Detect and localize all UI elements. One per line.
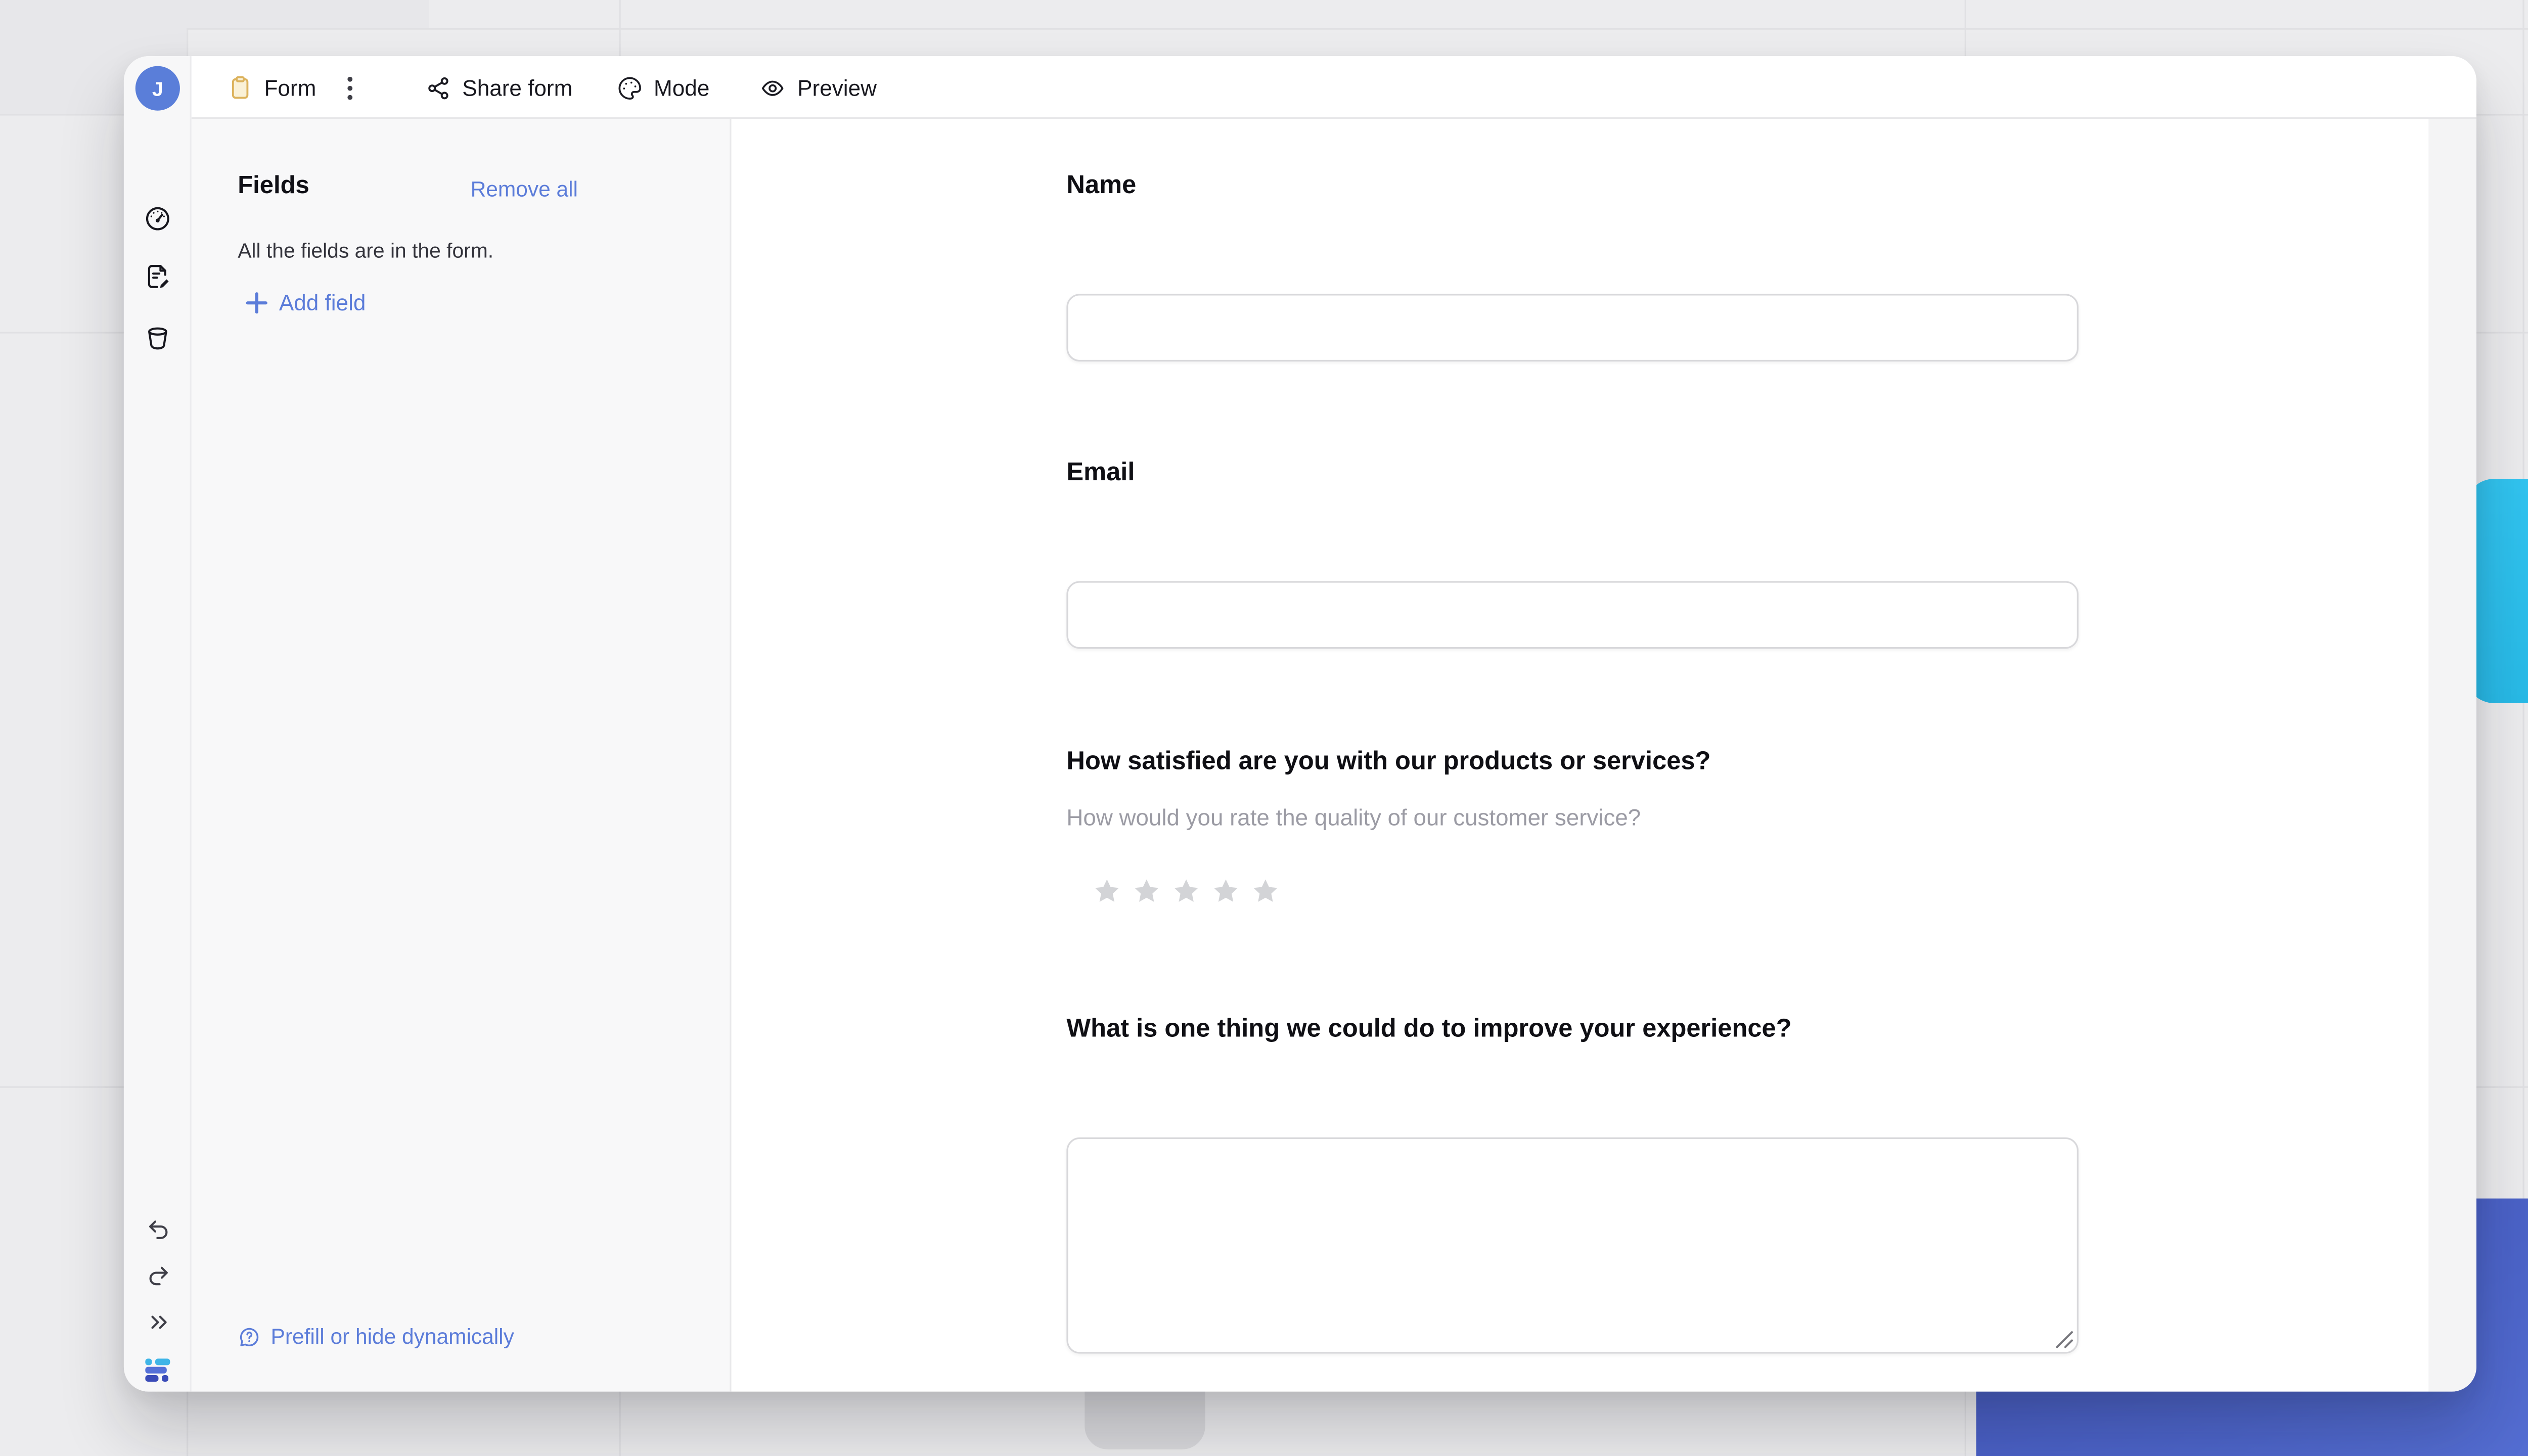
improve-textarea[interactable] [1066,1137,2079,1354]
top-toolbar: Form Share form Mode Preview [191,56,2476,119]
help-bubble-icon [240,1327,259,1346]
clipboard-icon [232,76,249,99]
preview-label: Preview [797,75,877,100]
add-field-button[interactable]: Add field [246,291,366,315]
desktop: J Form Share form Mode Preview Fields Re… [0,0,2528,1456]
star-icon[interactable] [1091,877,1122,906]
app-logo-icon[interactable] [124,1350,192,1390]
form-menu-label: Form [264,75,317,100]
long-answer-wrap [1066,1137,2079,1354]
plus-icon [246,292,267,314]
prefill-link[interactable]: Prefill or hide dynamically [238,1324,514,1349]
dashboard-gauge-icon[interactable] [124,198,192,238]
share-form-label: Share form [462,75,573,100]
palette-icon [618,76,641,99]
question-label-improve: What is one thing we could do to improve… [1066,1015,1792,1043]
remove-all-link[interactable]: Remove all [471,176,578,201]
trash-bucket-icon[interactable] [124,317,192,356]
form-menu[interactable]: Form [228,56,317,119]
star-icon[interactable] [1131,877,1162,906]
name-input[interactable] [1066,294,2079,362]
question-label-email: Email [1066,459,1135,487]
fields-empty-note: All the fields are in the form. [238,239,494,263]
share-icon [428,76,448,99]
question-label-satisfaction: How satisfied are you with our products … [1066,748,1711,776]
app-window: J Form Share form Mode Preview Fields Re… [123,56,2476,1392]
left-rail: J [123,56,192,1392]
star-rating [1091,877,1281,906]
more-options-button[interactable] [347,56,353,119]
undo-icon[interactable] [124,1210,192,1249]
email-input[interactable] [1066,581,2079,649]
avatar[interactable]: J [135,66,180,111]
share-form-button[interactable]: Share form [426,56,572,119]
form-canvas: Name Email How satisfied are you with ou… [731,119,2429,1392]
redo-icon[interactable] [124,1256,192,1296]
add-field-label: Add field [279,290,366,315]
kebab-menu-icon [347,76,353,99]
mode-button[interactable]: Mode [617,56,709,119]
resize-grip-icon[interactable] [2055,1331,2073,1349]
fields-panel-title: Fields [238,171,309,200]
fields-sidebar: Fields Remove all All the fields are in … [191,119,732,1392]
preview-button[interactable]: Preview [759,56,877,119]
star-icon[interactable] [1170,877,1202,906]
question-description-satisfaction: How would you rate the quality of our cu… [1066,804,1641,831]
form-editor-icon[interactable] [124,256,192,295]
bg-gridline [0,28,2528,30]
collapse-chevrons-icon[interactable] [124,1302,192,1342]
canvas-right-gutter [2428,119,2476,1392]
question-label-name: Name [1066,171,1137,200]
star-icon[interactable] [1250,877,1281,906]
prefill-link-label: Prefill or hide dynamically [270,1324,514,1349]
eye-icon [761,79,784,96]
mode-label: Mode [654,75,710,100]
star-icon[interactable] [1210,877,1241,906]
